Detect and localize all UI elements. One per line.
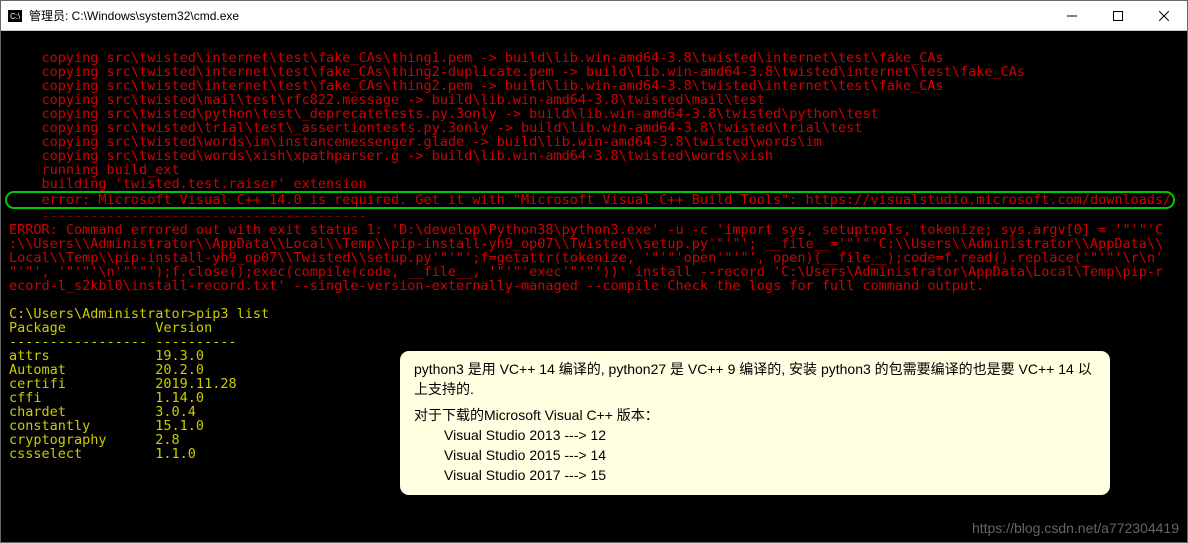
tooltip-line1: python3 是用 VC++ 14 编译的, python27 是 VC++ …	[414, 359, 1096, 399]
cmd-icon: C:\	[7, 8, 23, 24]
build-log: copying src\twisted\internet\test\fake_C…	[9, 50, 1025, 192]
window-frame: C:\ 管理员: C:\Windows\system32\cmd.exe cop…	[0, 0, 1188, 543]
close-button[interactable]	[1141, 1, 1187, 31]
tooltip-map1: Visual Studio 2013 ---> 12	[444, 425, 1096, 445]
pkg-list: attrs 19.3.0 Automat 20.2.0 certifi 2019…	[9, 348, 237, 462]
error-line: error: Microsoft Visual C++ 14.0 is requ…	[9, 192, 1171, 208]
watermark: https://blog.csdn.net/a772304419	[972, 520, 1179, 536]
error-block: ERROR: Command errored out with exit sta…	[9, 222, 1163, 294]
error-highlight: error: Microsoft Visual C++ 14.0 is requ…	[5, 191, 1175, 209]
tooltip-map3: Visual Studio 2017 ---> 15	[444, 465, 1096, 485]
annotation-tooltip: python3 是用 VC++ 14 编译的, python27 是 VC++ …	[399, 350, 1111, 496]
tooltip-line2: 对于下载的Microsoft Visual C++ 版本：	[414, 405, 1096, 425]
window-controls	[1049, 1, 1187, 31]
minimize-button[interactable]	[1049, 1, 1095, 31]
svg-text:C:\: C:\	[10, 12, 21, 21]
maximize-button[interactable]	[1095, 1, 1141, 31]
title-bar[interactable]: C:\ 管理员: C:\Windows\system32\cmd.exe	[1, 1, 1187, 31]
window-title: 管理员: C:\Windows\system32\cmd.exe	[29, 7, 1049, 24]
tooltip-map2: Visual Studio 2015 ---> 14	[444, 445, 1096, 465]
